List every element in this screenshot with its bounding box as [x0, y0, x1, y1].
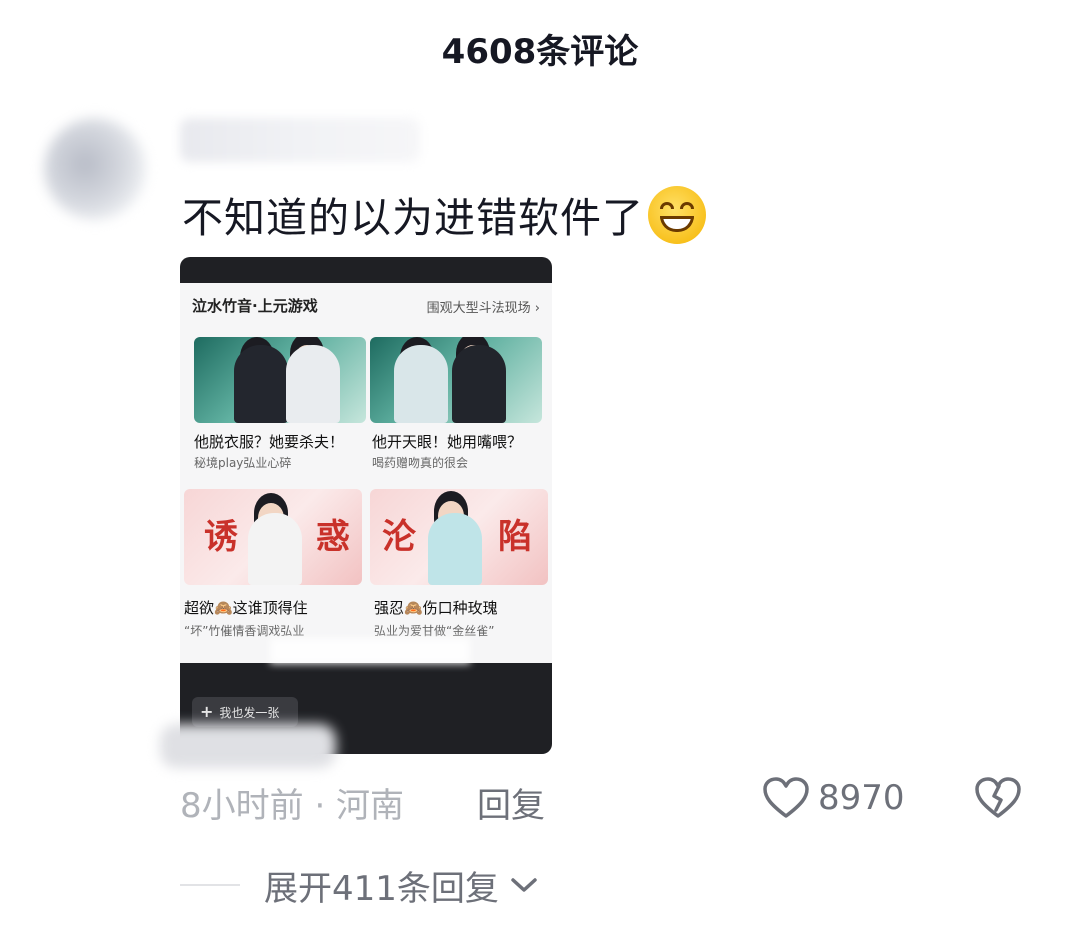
item-sub-2: 喝药赠吻真的很会 — [372, 456, 469, 470]
section-title: 泣水竹音·上元游戏 — [192, 297, 318, 315]
dislike-button[interactable] — [974, 774, 1022, 822]
more-link: 围观大型斗法现场 › — [426, 301, 540, 316]
thumbnail-1 — [194, 337, 366, 423]
comment-image[interactable]: 泣水竹音·上元游戏 围观大型斗法现场 › 他脱衣服？她要杀夫！ 秘境play弘业… — [180, 257, 552, 754]
item-sub-4: 弘业为爱甘做“金丝雀” — [374, 624, 495, 638]
item-sub-1: 秘境play弘业心碎 — [194, 456, 292, 470]
reply-button[interactable]: 回复 — [477, 778, 545, 827]
thumbnail-3: 诱 惑 — [184, 489, 362, 585]
comment-meta: 8小时前 · 河南 — [180, 786, 405, 826]
expand-replies-label: 展开411条回复 — [264, 868, 499, 909]
item-title-4: 强忍🙈伤口种玫瑰 — [374, 599, 498, 617]
item-title-1: 他脱衣服？她要杀夫！ — [194, 433, 345, 451]
screenshot-panel: 泣水竹音·上元游戏 围观大型斗法现场 › 他脱衣服？她要杀夫！ 秘境play弘业… — [180, 283, 552, 664]
comments-header-title: 4608条评论 — [441, 32, 639, 72]
item-title-2: 他开天眼！她用嘴喂？ — [372, 433, 523, 451]
thumbnail-2 — [370, 337, 542, 423]
like-button[interactable]: 8970 — [762, 774, 905, 822]
plus-icon: + — [200, 702, 214, 721]
avatar[interactable] — [44, 118, 146, 220]
expand-replies[interactable]: 展开411条回复 — [180, 860, 539, 910]
item-sub-3: “坏”竹催情香调戏弘业 — [184, 624, 305, 638]
redaction-blur — [270, 638, 470, 664]
post-similar-button: + 我也发一张 — [192, 697, 298, 727]
item-title-3: 超欲🙈这谁顶得住 — [184, 599, 308, 617]
redaction-blur-2 — [160, 724, 336, 768]
heart-icon — [763, 777, 809, 818]
divider-line — [180, 884, 240, 886]
grinning-sweat-emoji-icon — [648, 186, 706, 244]
chevron-down-icon — [511, 878, 537, 892]
comment-body: 不知道的以为进错软件了 — [182, 184, 706, 244]
thumbnail-4: 沦 陷 — [370, 489, 548, 585]
username-blurred[interactable] — [180, 118, 420, 162]
like-count: 8970 — [818, 778, 905, 818]
comment-text: 不知道的以为进错软件了 — [182, 194, 644, 242]
broken-heart-icon — [975, 777, 1021, 818]
